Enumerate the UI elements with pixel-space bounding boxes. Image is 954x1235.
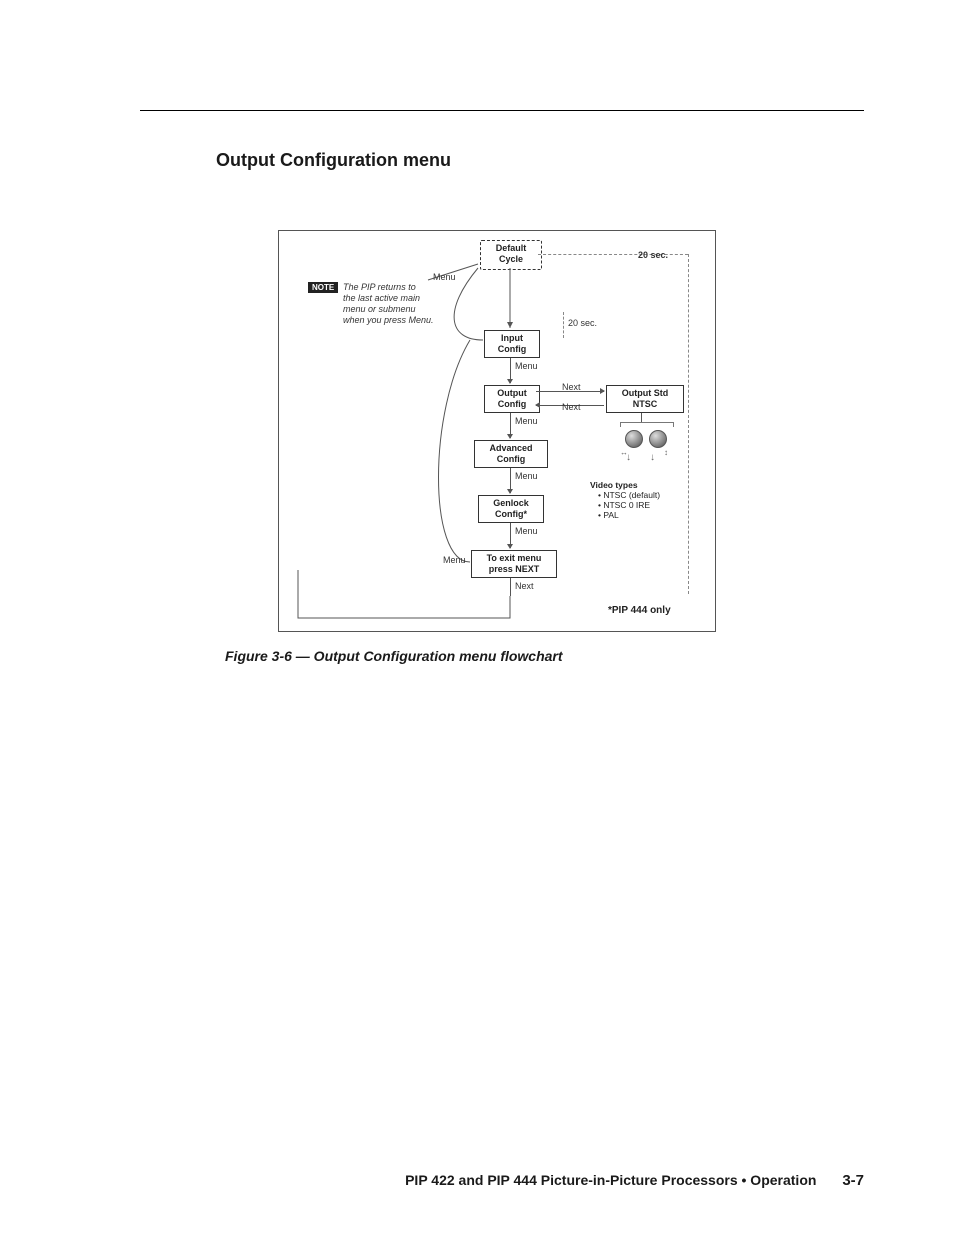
footer-text: PIP 422 and PIP 444 Picture-in-Picture P… [405, 1172, 816, 1188]
arrow-genlock-to-exit [510, 523, 511, 548]
adjust-knobs: ↓ ↓ ↔ ↕ [624, 430, 668, 453]
node-advanced-config: Advanced Config [474, 440, 548, 468]
edge-label-menu-2: Menu [515, 416, 538, 426]
edge-label-menu-5: Menu [443, 555, 466, 565]
timeout-line-right [688, 254, 689, 594]
timeout-line-mid [563, 312, 564, 338]
knob-arrow-vert: ↕ [664, 448, 668, 457]
note-badge: NOTE [308, 282, 338, 293]
node-default-cycle: Default Cycle [480, 240, 542, 270]
node-input-config: Input Config [484, 330, 540, 358]
figure-caption: Figure 3-6 — Output Configuration menu f… [225, 648, 563, 664]
knob-right [649, 430, 667, 448]
knob-left [625, 430, 643, 448]
video-types-header: Video types [590, 480, 660, 490]
page-footer: PIP 422 and PIP 444 Picture-in-Picture P… [405, 1172, 864, 1189]
video-type-item: PAL [598, 510, 660, 520]
node-output-std: Output Std NTSC [606, 385, 684, 413]
timeout-label-top: 20 sec. [638, 250, 668, 260]
edge-label-menu-4: Menu [515, 526, 538, 536]
video-types-list: NTSC (default) NTSC 0 IRE PAL [590, 490, 660, 520]
edge-label-next-1: Next [562, 382, 581, 392]
arrow-output-to-advanced [510, 413, 511, 438]
edge-label-menu-0: Menu [433, 272, 456, 282]
flowchart-diagram: Default Cycle 20 sec. Menu NOTE The PIP … [278, 210, 718, 630]
node-genlock-config: Genlock Config* [478, 495, 544, 523]
note-text: The PIP returns to the last active main … [343, 282, 463, 326]
video-types: Video types NTSC (default) NTSC 0 IRE PA… [590, 480, 660, 520]
node-exit: To exit menu press NEXT [471, 550, 557, 578]
arrow-advanced-to-genlock [510, 468, 511, 493]
edge-label-next-3: Next [515, 581, 534, 591]
page: Output Configuration menu Default Cycle … [0, 0, 954, 1235]
video-type-item: NTSC (default) [598, 490, 660, 500]
footnote-pip444: *PIP 444 only [608, 605, 671, 616]
timeout-label-mid: 20 sec. [568, 318, 597, 328]
edge-label-menu-1: Menu [515, 361, 538, 371]
section-title: Output Configuration menu [216, 150, 451, 171]
line-exit-down [510, 578, 511, 596]
header-rule [140, 110, 864, 111]
edge-label-next-2: Next [562, 402, 581, 412]
knob-arrow-down-2: ↓ [650, 452, 655, 463]
node-output-config: Output Config [484, 385, 540, 413]
page-number: 3-7 [842, 1172, 864, 1189]
knob-bracket [620, 422, 674, 427]
arrow-input-to-output [510, 358, 511, 383]
edge-label-menu-3: Menu [515, 471, 538, 481]
video-type-item: NTSC 0 IRE [598, 500, 660, 510]
knob-arrow-horiz: ↔ [620, 448, 628, 457]
